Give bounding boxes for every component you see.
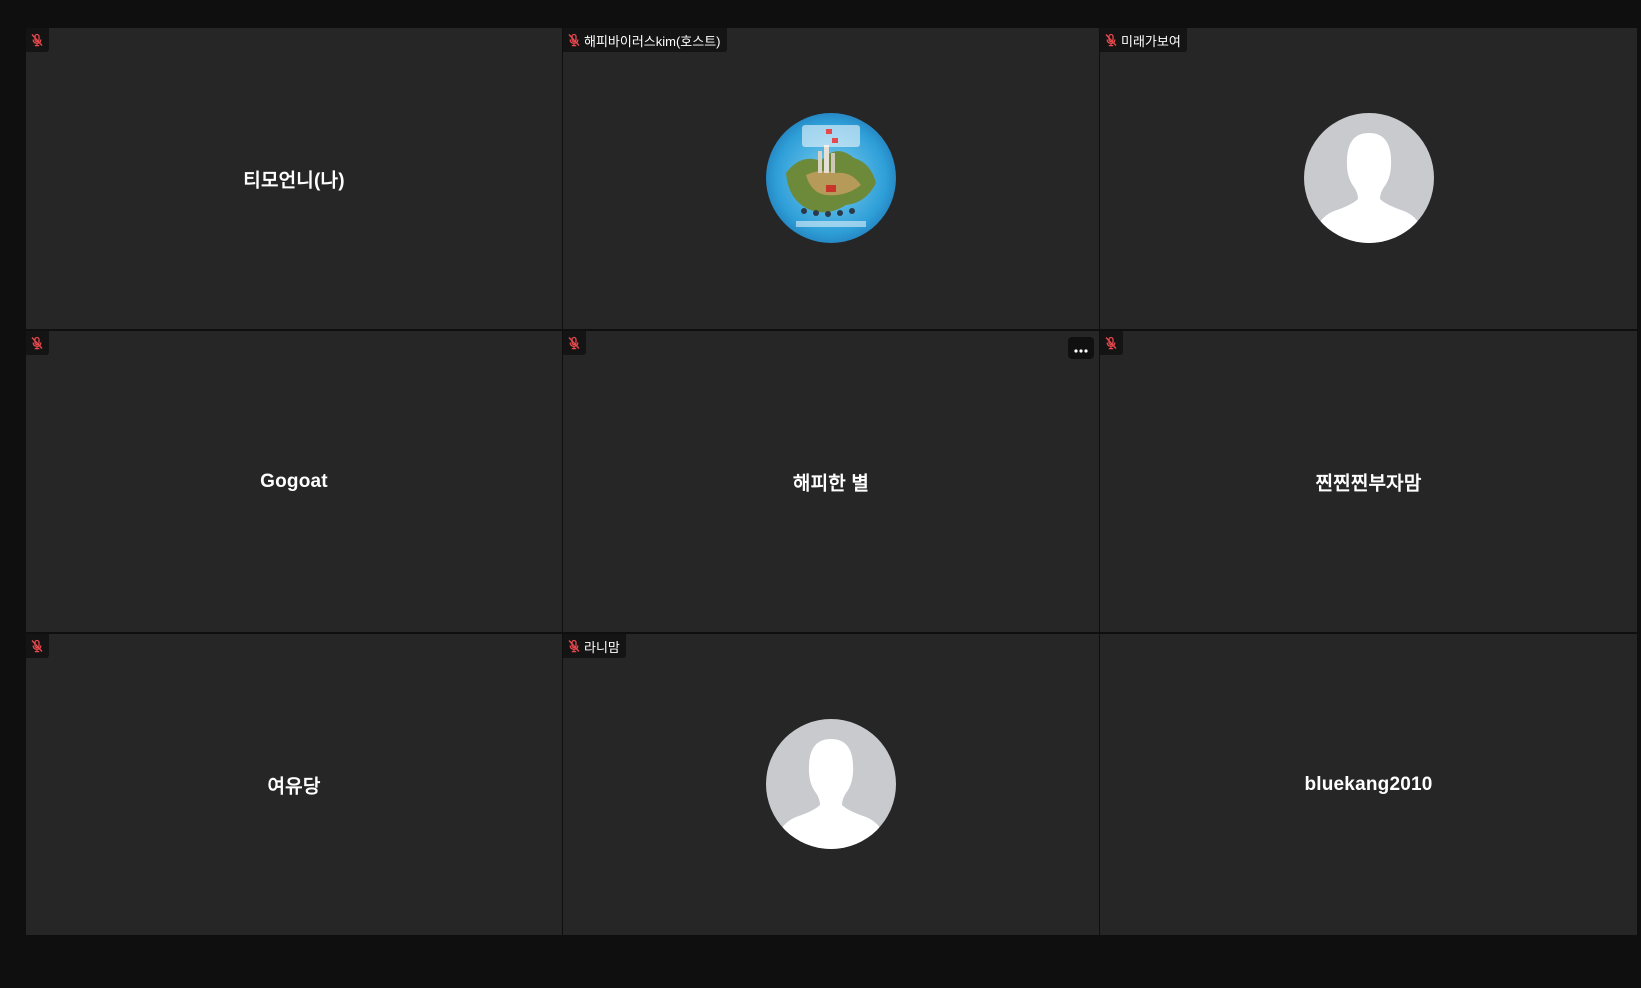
- video-conference-gallery: 티모언니(나) 해피바이러스kim(호스트) 미래가보여 Gogoat 해피한 …: [0, 0, 1641, 988]
- mic-muted-icon: [567, 336, 581, 350]
- participant-tag: 해피바이러스kim(호스트): [563, 28, 727, 52]
- participant-tag: [26, 634, 49, 658]
- participant-name: 티모언니(나): [243, 170, 345, 191]
- participant-tile[interactable]: 해피한 별: [563, 331, 1099, 632]
- default-avatar-icon: [1303, 112, 1434, 243]
- more-options-button[interactable]: [1068, 337, 1094, 359]
- mic-muted-icon: [567, 33, 581, 47]
- participant-tag: 미래가보여: [1100, 28, 1187, 52]
- participant-name: bluekang2010: [1304, 773, 1433, 795]
- participant-tile[interactable]: 미래가보여: [1100, 28, 1637, 329]
- participant-avatar-photo: [766, 112, 896, 243]
- participant-tag-label: 미래가보여: [1121, 33, 1181, 49]
- mic-muted-icon: [30, 639, 44, 653]
- participant-tag: [1100, 331, 1123, 355]
- participant-tag: 라니맘: [563, 634, 626, 658]
- participant-name: 찐찐찐부자맘: [1315, 473, 1422, 494]
- participant-tile[interactable]: 여유당: [26, 634, 562, 935]
- participant-tile[interactable]: 찐찐찐부자맘: [1100, 331, 1637, 632]
- participant-tile[interactable]: bluekang2010: [1100, 634, 1637, 935]
- participant-name: 여유당: [267, 776, 321, 797]
- participant-grid: 티모언니(나) 해피바이러스kim(호스트) 미래가보여 Gogoat 해피한 …: [26, 28, 1637, 935]
- participant-name: 해피한 별: [792, 473, 870, 494]
- mic-muted-icon: [567, 639, 581, 653]
- participant-tile[interactable]: 해피바이러스kim(호스트): [563, 28, 1099, 329]
- more-options-icon: [1073, 339, 1089, 358]
- participant-tag: [563, 331, 586, 355]
- mic-muted-icon: [1104, 336, 1118, 350]
- participant-tag-label: 해피바이러스kim(호스트): [584, 33, 721, 49]
- participant-tag: [26, 331, 49, 355]
- mic-muted-icon: [30, 336, 44, 350]
- mic-muted-icon: [1104, 33, 1118, 47]
- participant-tag-label: 라니맘: [584, 639, 620, 655]
- participant-tile[interactable]: Gogoat: [26, 331, 562, 632]
- participant-tile[interactable]: 라니맘: [563, 634, 1099, 935]
- mic-muted-icon: [30, 33, 44, 47]
- default-avatar-icon: [766, 718, 896, 849]
- participant-name: Gogoat: [260, 470, 328, 492]
- participant-tag: [26, 28, 49, 52]
- participant-tile[interactable]: 티모언니(나): [26, 28, 562, 329]
